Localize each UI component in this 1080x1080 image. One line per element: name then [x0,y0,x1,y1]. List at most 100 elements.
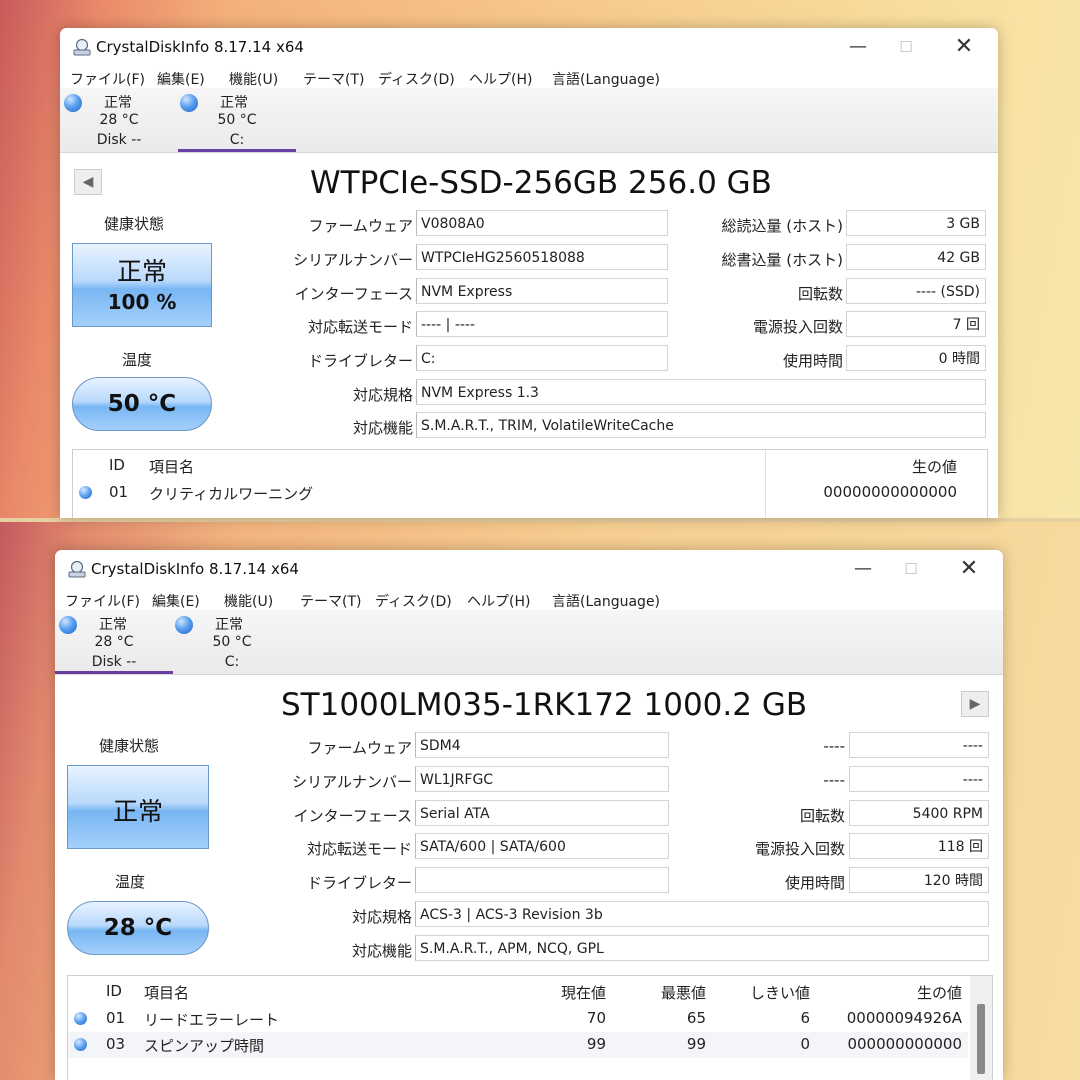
disk-temp: 28 °C [99,112,139,128]
disk-name: Disk -- [96,132,142,148]
health-label: 健康状態 [104,215,165,233]
disk-tab-c[interactable]: 正常 50 °C C: [178,88,296,152]
smart-table: ID 項目名 生の値 01 クリティカルワーニング 00000000000000 [72,449,988,518]
power-on-count-label: 電源投入回数 [752,318,843,336]
menu-bar: ファイル(F) 編集(E) 機能(U) テーマ(T) ディスク(D) ヘルプ(H… [55,588,1003,610]
smart-raw: 00000094926A [846,1009,962,1027]
smart-header-name[interactable]: 項目名 [149,456,194,477]
disk-model: WTPCIe-SSD-256GB 256.0 GB [310,165,772,201]
menu-file[interactable]: ファイル(F) [70,69,145,89]
smart-id: 03 [106,1035,126,1053]
close-icon[interactable]: ✕ [942,34,986,60]
health-status: 正常 [116,257,167,286]
menu-disk[interactable]: ディスク(D) [378,69,455,89]
smart-name: スピンアップ時間 [144,1037,265,1055]
smart-header-id[interactable]: ID [109,456,125,474]
drive-letter-value: C: [416,345,668,371]
firmware-value: SDM4 [415,732,669,758]
smart-header-worst[interactable]: 最悪値 [661,982,706,1003]
menu-disk[interactable]: ディスク(D) [375,591,452,611]
power-on-hours-label: 使用時間 [782,352,843,370]
smart-header-threshold[interactable]: しきい値 [750,982,810,1003]
smart-header-id[interactable]: ID [106,982,122,1000]
writes-placeholder-value: ---- [849,766,989,792]
menu-function[interactable]: 機能(U) [224,591,273,611]
disk-status: 正常 [220,95,248,111]
temperature-indicator[interactable]: 50 °C [72,377,212,431]
menu-help[interactable]: ヘルプ(H) [469,69,532,89]
smart-header-current[interactable]: 現在値 [561,982,606,1003]
interface-value: NVM Express [416,278,668,304]
serial-value: WL1JRFGC [415,766,669,792]
health-label: 健康状態 [99,737,160,755]
power-on-hours-value: 0 時間 [846,345,986,371]
maximize-icon[interactable]: ☐ [889,556,933,582]
firmware-label: ファームウェア [308,217,413,235]
status-good-icon [79,486,92,499]
scrollbar-thumb[interactable] [977,1004,985,1074]
drive-letter-value [415,867,669,893]
status-good-icon [64,94,82,112]
reads-placeholder-value: ---- [849,732,989,758]
smart-name: リードエラーレート [144,1011,280,1029]
rotation-rate-label: 回転数 [797,285,843,303]
vertical-scrollbar[interactable] [970,976,992,1080]
disk-name: Disk -- [91,654,137,670]
features-label: 対応機能 [352,419,413,437]
smart-id: 01 [106,1009,126,1027]
health-status-indicator[interactable]: 正常 [67,765,209,849]
firmware-value: V0808A0 [416,210,668,236]
disk-status: 正常 [104,95,132,111]
serial-label: シリアルナンバー [292,773,412,791]
disk-selector-bar: 正常 28 °C Disk -- 正常 50 °C C: [60,88,998,153]
smart-table: ID 項目名 現在値 最悪値 しきい値 生の値 01 リードエラーレート 70 … [67,975,993,1080]
close-icon[interactable]: ✕ [947,556,991,582]
menu-help[interactable]: ヘルプ(H) [467,591,530,611]
status-good-icon [180,94,198,112]
temperature-label: 温度 [115,873,146,891]
health-percent: 100 % [107,290,177,314]
host-writes-value: 42 GB [846,244,986,270]
crystaldiskinfo-app-icon [73,38,91,56]
interface-label: インターフェース [294,285,413,303]
menu-language[interactable]: 言語(Language) [552,69,660,89]
disk-temp: 50 °C [217,112,257,128]
previous-disk-icon[interactable]: ◀ [74,169,102,195]
table-row[interactable]: 03 スピンアップ時間 99 99 0 000000000000 [68,1032,968,1058]
smart-header-raw[interactable]: 生の値 [917,982,962,1003]
disk-tab-c[interactable]: 正常 50 °C C: [173,610,291,674]
smart-header-raw[interactable]: 生の値 [912,456,957,477]
transfer-mode-value: ---- | ---- [416,311,668,337]
minimize-icon[interactable]: — [841,556,885,582]
power-on-count-value: 7 回 [846,311,986,337]
menu-language[interactable]: 言語(Language) [552,591,660,611]
maximize-icon[interactable]: ☐ [884,34,928,60]
window-title: CrystalDiskInfo 8.17.14 x64 [96,38,304,56]
next-disk-icon[interactable]: ▶ [961,691,989,717]
menu-edit[interactable]: 編集(E) [152,591,200,611]
transfer-mode-value: SATA/600 | SATA/600 [415,833,669,859]
minimize-icon[interactable]: — [836,34,880,60]
standard-value: ACS-3 | ACS-3 Revision 3b [415,901,989,927]
title-bar: CrystalDiskInfo 8.17.14 x64 — ☐ ✕ [55,550,1003,588]
menu-theme[interactable]: テーマ(T) [300,591,361,611]
standard-label: 対応規格 [352,386,413,404]
column-divider [765,450,766,518]
menu-function[interactable]: 機能(U) [229,69,278,89]
disk-tab-disk[interactable]: 正常 28 °C Disk -- [60,88,178,152]
health-status-indicator[interactable]: 正常 100 % [72,243,212,327]
menu-edit[interactable]: 編集(E) [157,69,205,89]
smart-name: クリティカルワーニング [149,485,314,503]
temperature-indicator[interactable]: 28 °C [67,901,209,955]
power-on-count-value: 118 回 [849,833,989,859]
disk-tab-disk[interactable]: 正常 28 °C Disk -- [55,610,173,674]
smart-current: 70 [586,1009,606,1027]
smart-header-name[interactable]: 項目名 [144,982,189,1003]
smart-raw: 000000000000 [847,1035,962,1053]
interface-label: インターフェース [293,807,412,825]
title-bar: CrystalDiskInfo 8.17.14 x64 — ☐ ✕ [60,28,998,66]
disk-name: C: [224,654,240,670]
menu-file[interactable]: ファイル(F) [65,591,140,611]
disk-temp: 50 °C [212,634,252,650]
menu-theme[interactable]: テーマ(T) [303,69,364,89]
